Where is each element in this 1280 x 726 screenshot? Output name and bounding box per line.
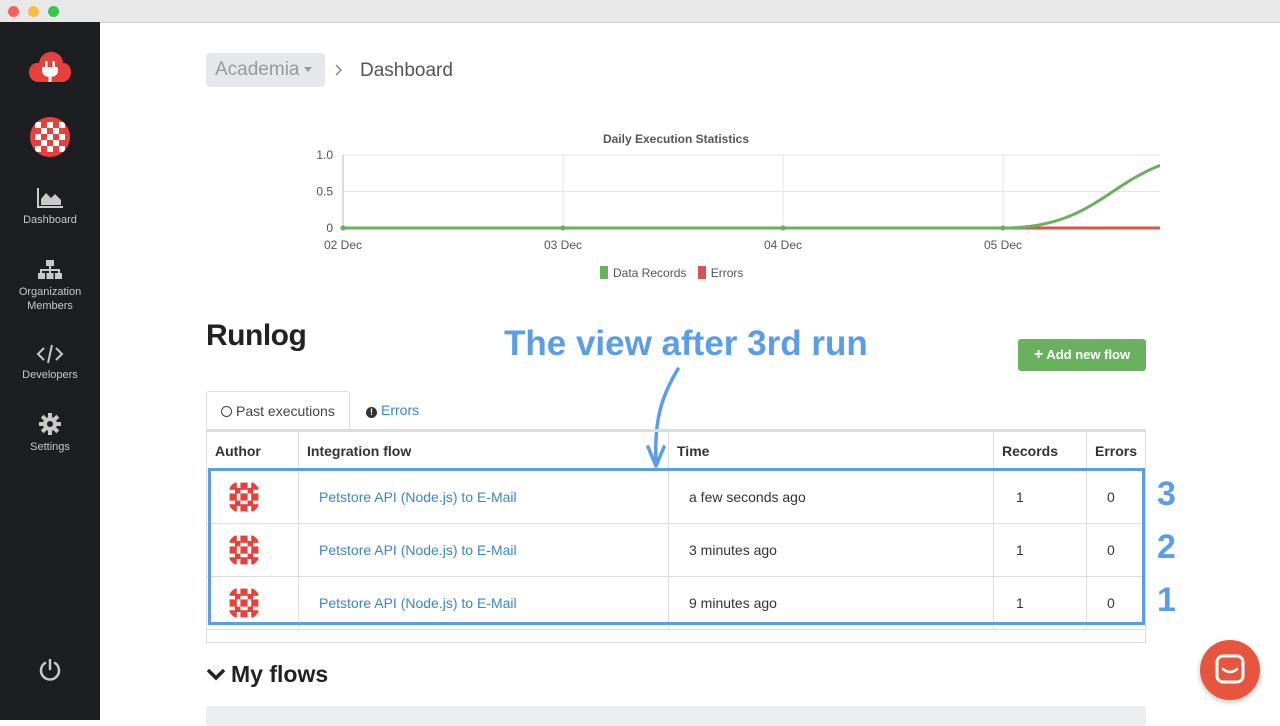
gear-icon: [39, 413, 61, 435]
table-row[interactable]: Petstore API (Node.js) to E-Mail 3 minut…: [206, 523, 1146, 577]
author-cell: [206, 470, 299, 524]
data-point: [780, 225, 786, 231]
table-row[interactable]: Petstore API (Node.js) to E-Mail a few s…: [206, 470, 1146, 524]
x-tick-label: 02 Dec: [324, 238, 362, 252]
chart-legend: Data Records Errors: [600, 266, 743, 280]
workspace-dropdown[interactable]: Academia: [206, 53, 325, 87]
author-avatar[interactable]: [226, 585, 262, 621]
sidebar: Dashboard Organization Members Developer…: [0, 22, 100, 720]
author-avatar[interactable]: [226, 479, 262, 515]
close-window-button[interactable]: [8, 6, 19, 17]
legend-item-data-records[interactable]: Data Records: [600, 266, 686, 280]
annotation-text: The view after 3rd run: [504, 324, 868, 363]
time-cell: 3 minutes ago: [668, 523, 994, 577]
legend-item-errors[interactable]: Errors: [697, 266, 744, 280]
table-header-row: Author Integration flow Time Records Err…: [206, 430, 1146, 471]
flow-link[interactable]: Petstore API (Node.js) to E-Mail: [319, 595, 517, 611]
maximize-window-button[interactable]: [48, 6, 59, 17]
x-tick-label: 05 Dec: [984, 238, 1022, 252]
tab-label: Past executions: [236, 403, 335, 419]
code-icon: [36, 344, 64, 364]
sidebar-item-organization-members[interactable]: Organization Members: [0, 259, 100, 313]
runlog-table: Author Integration flow Time Records Err…: [206, 430, 1146, 630]
sidebar-item-label: Organization Members: [18, 286, 82, 312]
my-flows-title: My flows: [231, 661, 329, 687]
chat-icon: [1215, 654, 1245, 684]
legend-label: Data Records: [613, 266, 687, 280]
workspace-name: Academia: [215, 59, 300, 80]
add-flow-label: Add new flow: [1046, 347, 1131, 362]
main-content: Academia Dashboard Daily Execution Stati…: [100, 22, 1280, 726]
column-header-integration-flow[interactable]: Integration flow: [298, 430, 669, 471]
x-tick-label: 04 Dec: [764, 238, 802, 252]
user-avatar[interactable]: [30, 117, 70, 162]
annotation-row-number: 1: [1157, 581, 1176, 619]
tab-label: Errors: [381, 402, 420, 418]
flow-cell: Petstore API (Node.js) to E-Mail: [298, 470, 669, 524]
runlog-title: Runlog: [206, 319, 307, 352]
exclamation-circle-icon: !: [366, 407, 377, 418]
breadcrumb-current: Dashboard: [360, 60, 453, 81]
chevron-down-icon: [206, 668, 226, 681]
data-point: [340, 225, 346, 231]
window-titlebar: [0, 0, 1280, 23]
data-point: [560, 225, 566, 231]
sidebar-item-developers[interactable]: Developers: [0, 344, 100, 382]
errors-cell: 0: [1086, 470, 1146, 524]
tab-past-executions[interactable]: Past executions: [206, 391, 350, 429]
author-cell: [206, 523, 299, 577]
legend-swatch: [697, 266, 706, 279]
y-tick-label: 0: [326, 221, 333, 235]
chat-launcher-button[interactable]: [1200, 640, 1260, 700]
sitemap-icon: [38, 260, 62, 279]
flow-cell: Petstore API (Node.js) to E-Mail: [298, 576, 669, 630]
my-flows-panel: [206, 706, 1146, 726]
execution-statistics-chart: 1.00.5002 Dec03 Dec04 Dec05 Dec06 Dec: [316, 148, 1160, 252]
caret-down-icon: [303, 67, 312, 73]
area-chart-icon: [37, 188, 63, 208]
chart-title: Daily Execution Statistics: [602, 132, 750, 146]
cloud-plug-icon[interactable]: [28, 50, 72, 89]
records-cell: 1: [993, 576, 1087, 630]
author-avatar[interactable]: [226, 532, 262, 568]
table-row[interactable]: Petstore API (Node.js) to E-Mail 9 minut…: [206, 576, 1146, 630]
x-tick-label: 03 Dec: [544, 238, 582, 252]
power-icon[interactable]: [38, 658, 62, 687]
sidebar-item-settings[interactable]: Settings: [0, 412, 100, 454]
legend-label: Errors: [710, 266, 744, 280]
runlog-tabs: Past executions ! Errors: [206, 391, 1146, 430]
flow-link[interactable]: Petstore API (Node.js) to E-Mail: [319, 542, 517, 558]
sidebar-item-label: Settings: [30, 441, 70, 453]
y-tick-label: 0.5: [316, 185, 333, 199]
chevron-right-icon: [334, 58, 344, 87]
flow-link[interactable]: Petstore API (Node.js) to E-Mail: [319, 489, 517, 505]
legend-swatch: [600, 266, 608, 279]
flow-cell: Petstore API (Node.js) to E-Mail: [298, 523, 669, 577]
table-footer: [206, 627, 1146, 643]
column-header-errors[interactable]: Errors: [1086, 430, 1146, 471]
annotation-row-number: 2: [1157, 528, 1176, 566]
time-cell: a few seconds ago: [668, 470, 994, 524]
errors-cell: 0: [1086, 523, 1146, 577]
minimize-window-button[interactable]: [28, 6, 39, 17]
add-new-flow-button[interactable]: + Add new flow: [1018, 339, 1146, 371]
sidebar-item-label: Developers: [22, 369, 78, 381]
records-cell: 1: [993, 470, 1087, 524]
author-cell: [206, 576, 299, 630]
column-header-records[interactable]: Records: [993, 430, 1087, 471]
records-cell: 1: [993, 523, 1087, 577]
column-header-time[interactable]: Time: [668, 430, 994, 471]
errors-cell: 0: [1086, 576, 1146, 630]
y-tick-label: 1.0: [316, 148, 333, 162]
plus-icon: +: [1033, 346, 1044, 363]
time-cell: 9 minutes ago: [668, 576, 994, 630]
sidebar-item-dashboard[interactable]: Dashboard: [0, 187, 100, 227]
sidebar-item-label: Dashboard: [23, 214, 77, 226]
clock-icon: [221, 406, 232, 417]
data-point: [1000, 225, 1006, 231]
tab-errors[interactable]: ! Errors: [366, 391, 419, 429]
annotation-row-number: 3: [1157, 475, 1176, 513]
column-header-author[interactable]: Author: [206, 430, 299, 471]
my-flows-toggle[interactable]: My flows: [206, 661, 328, 688]
